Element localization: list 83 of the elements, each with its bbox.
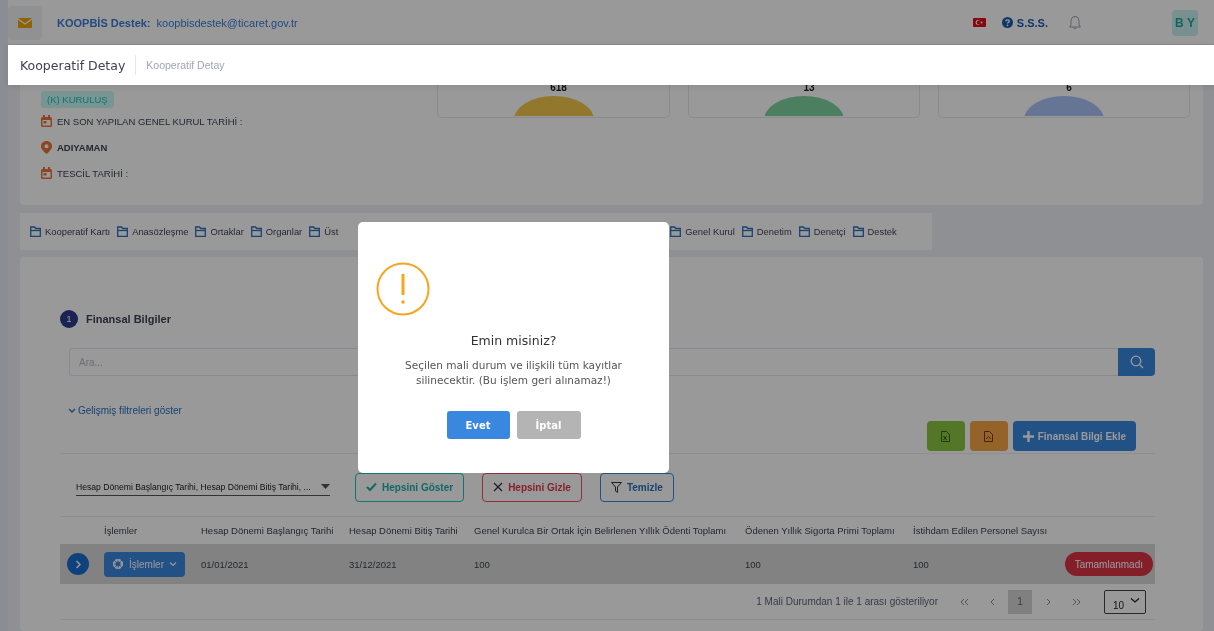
add-financial-info-button[interactable]: Finansal Bilgi Ekle [1012, 421, 1136, 451]
calendar-icon [41, 167, 52, 179]
tab[interactable]: Destek [852, 226, 897, 237]
status-badge: (K) KURULUŞ [41, 91, 114, 108]
section-title: Finansal Bilgiler [86, 313, 171, 325]
hide-all-button[interactable]: Hepsini Gizle [482, 472, 582, 502]
folder-icon [670, 226, 682, 237]
page-size-select[interactable]: 10 [1104, 589, 1146, 614]
flag-icon [972, 18, 986, 27]
folder-icon [798, 226, 810, 237]
tab[interactable]: Genel Kurul [670, 226, 735, 237]
calendar-icon [41, 115, 52, 127]
search-icon [1129, 355, 1144, 369]
tab[interactable]: Üst [309, 226, 339, 237]
table-cell: 100 [913, 544, 1065, 584]
column-header: Genel Kurulca Bir Ortak İçin Belirlenen Yıllık Ödenti Toplamı [474, 524, 728, 538]
folder-icon [309, 226, 321, 237]
table-cell: 100 [745, 544, 913, 584]
support-email-link[interactable]: koopbisdestek@ticaret.gov.tr [156, 16, 298, 29]
status-badge: Tamamlanmadı [1064, 552, 1153, 576]
chevron-down-icon [1130, 597, 1140, 604]
breadcrumb-item[interactable]: Kooperatif Detay [146, 59, 225, 71]
column-header: Ödenen Yıllık Sigorta Primi Toplamı [745, 524, 896, 538]
show-all-button[interactable]: Hepsini Göster [355, 472, 465, 502]
spreadsheet-file-icon [941, 430, 951, 442]
filter-icon [610, 481, 622, 493]
tab[interactable]: Anasözleşme [117, 226, 189, 237]
document-file-icon [984, 430, 994, 442]
faq-link[interactable]: S.S.S. [1001, 16, 1048, 29]
support-label: KOOPBİS Destek: [57, 16, 151, 29]
tab[interactable]: Denetçi [798, 226, 846, 237]
dialog-message: Seçilen mali durum ve ilişkili tüm kayıtlar silinecektir. (Bu işlem geri alınamaz!) [404, 358, 623, 388]
column-header: İstihdam Edilen Personel Sayısı [913, 524, 1049, 538]
tab[interactable]: Denetim [741, 226, 792, 237]
chevron-down-icon [68, 406, 76, 414]
mail-button[interactable] [8, 5, 42, 40]
info-label: EN SON YAPILAN GENEL KURUL TARİHİ : [57, 115, 243, 127]
check-icon [366, 482, 377, 492]
double-chevron-icon [1071, 597, 1081, 606]
folder-icon [852, 226, 864, 237]
column-select[interactable]: Hesap Dönemi Başlangıç Tarihi, Hesap Dönemi Bitiş Tarihi, ... [76, 478, 330, 496]
pagination-summary: 1 Mali Durumdan 1 ile 1 arası gösteriliyor [756, 596, 938, 607]
chevron-icon [1044, 597, 1052, 606]
chevron-right-icon [74, 559, 82, 569]
tab[interactable]: Ortaklar [195, 226, 244, 237]
column-header: Hesap Dönemi Bitiş Tarihi [349, 524, 459, 538]
chevron-down-icon [169, 561, 177, 567]
excel-export-button[interactable] [926, 421, 965, 451]
info-label: ADIYAMAN [57, 141, 108, 153]
folder-icon [250, 226, 262, 237]
column-header: İşlemler [104, 524, 139, 538]
dialog-title: Emin misiniz? [470, 333, 557, 348]
close-icon [493, 482, 504, 492]
gear-icon [112, 558, 124, 570]
pdf-export-button[interactable] [969, 421, 1008, 451]
plus-icon [1022, 430, 1034, 442]
table-cell: 100 [474, 544, 745, 584]
column-header: Hesap Dönemi Başlangıç Tarihi [201, 524, 335, 538]
help-icon [1001, 17, 1013, 28]
actions-dropdown-button[interactable]: İşlemler [104, 551, 185, 577]
location-pin-icon [41, 140, 52, 154]
caret-icon [321, 484, 330, 489]
folder-icon [741, 226, 753, 237]
mail-icon [18, 16, 32, 29]
bell-icon [1068, 15, 1082, 30]
clear-filters-button[interactable]: Temizle [599, 472, 674, 502]
tab[interactable]: Organlar [250, 226, 303, 237]
page-button[interactable]: 1 [1008, 589, 1032, 614]
folder-icon [117, 226, 129, 237]
chevron-icon [988, 597, 996, 606]
folder-icon [30, 226, 41, 237]
search-button[interactable] [1118, 348, 1155, 376]
double-chevron-icon [959, 597, 969, 606]
table-cell: 31/12/2021 [349, 544, 474, 584]
page-title: Kooperatif Detay [20, 57, 126, 73]
warning-icon [376, 262, 430, 316]
tab[interactable]: Kooperatif Kartı [30, 226, 111, 237]
expand-row-button[interactable] [67, 553, 89, 575]
step-number: 1 [60, 310, 78, 328]
info-label: TESCİL TARİHİ : [57, 167, 129, 179]
table-cell: 01/01/2021 [201, 544, 349, 584]
confirm-button[interactable]: Evet [446, 411, 510, 439]
folder-icon [195, 226, 207, 237]
